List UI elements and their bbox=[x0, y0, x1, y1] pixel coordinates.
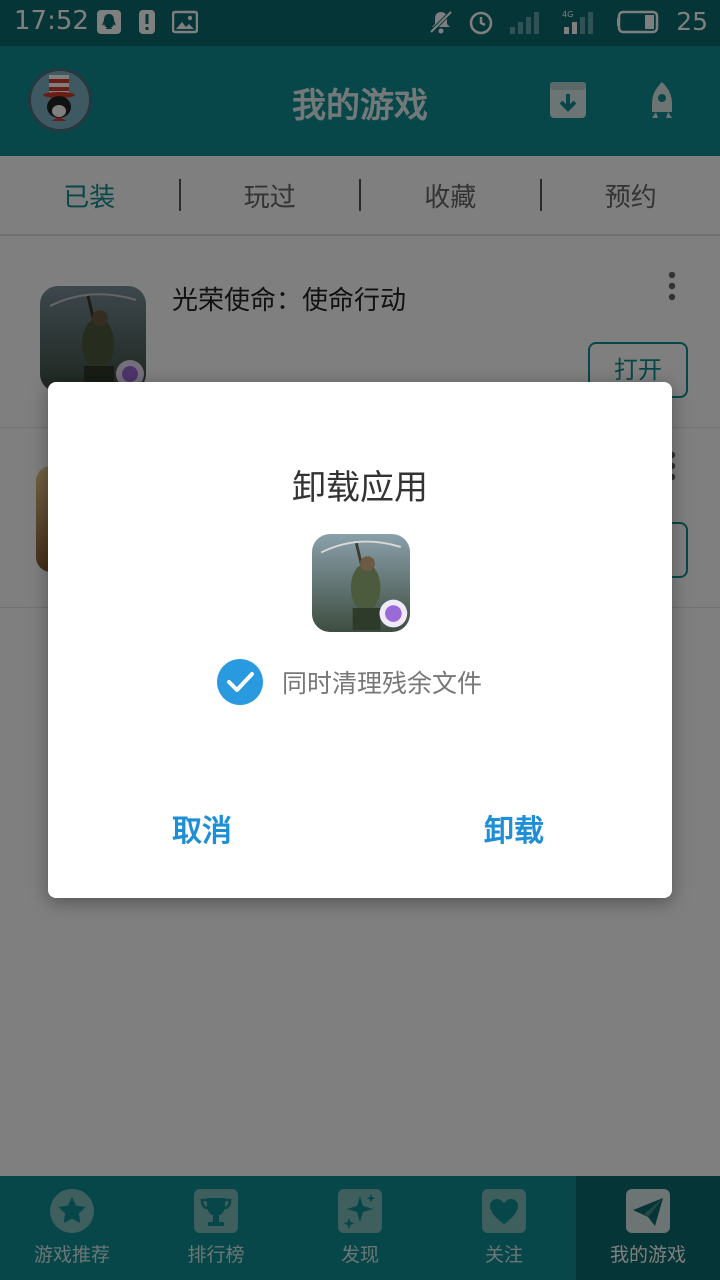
cancel-button[interactable]: 取消 bbox=[172, 806, 232, 850]
uninstall-button[interactable]: 卸载 bbox=[484, 806, 544, 850]
dialog-title: 卸载应用 bbox=[292, 468, 428, 508]
app-icon bbox=[312, 534, 410, 632]
checkbox-checked-icon[interactable] bbox=[216, 658, 264, 706]
uninstall-dialog: 卸载应用 同时清理残余文件 取消 卸载 bbox=[48, 382, 672, 898]
cleanup-option[interactable]: 同时清理残余文件 bbox=[216, 658, 482, 706]
cleanup-label: 同时清理残余文件 bbox=[282, 669, 483, 698]
